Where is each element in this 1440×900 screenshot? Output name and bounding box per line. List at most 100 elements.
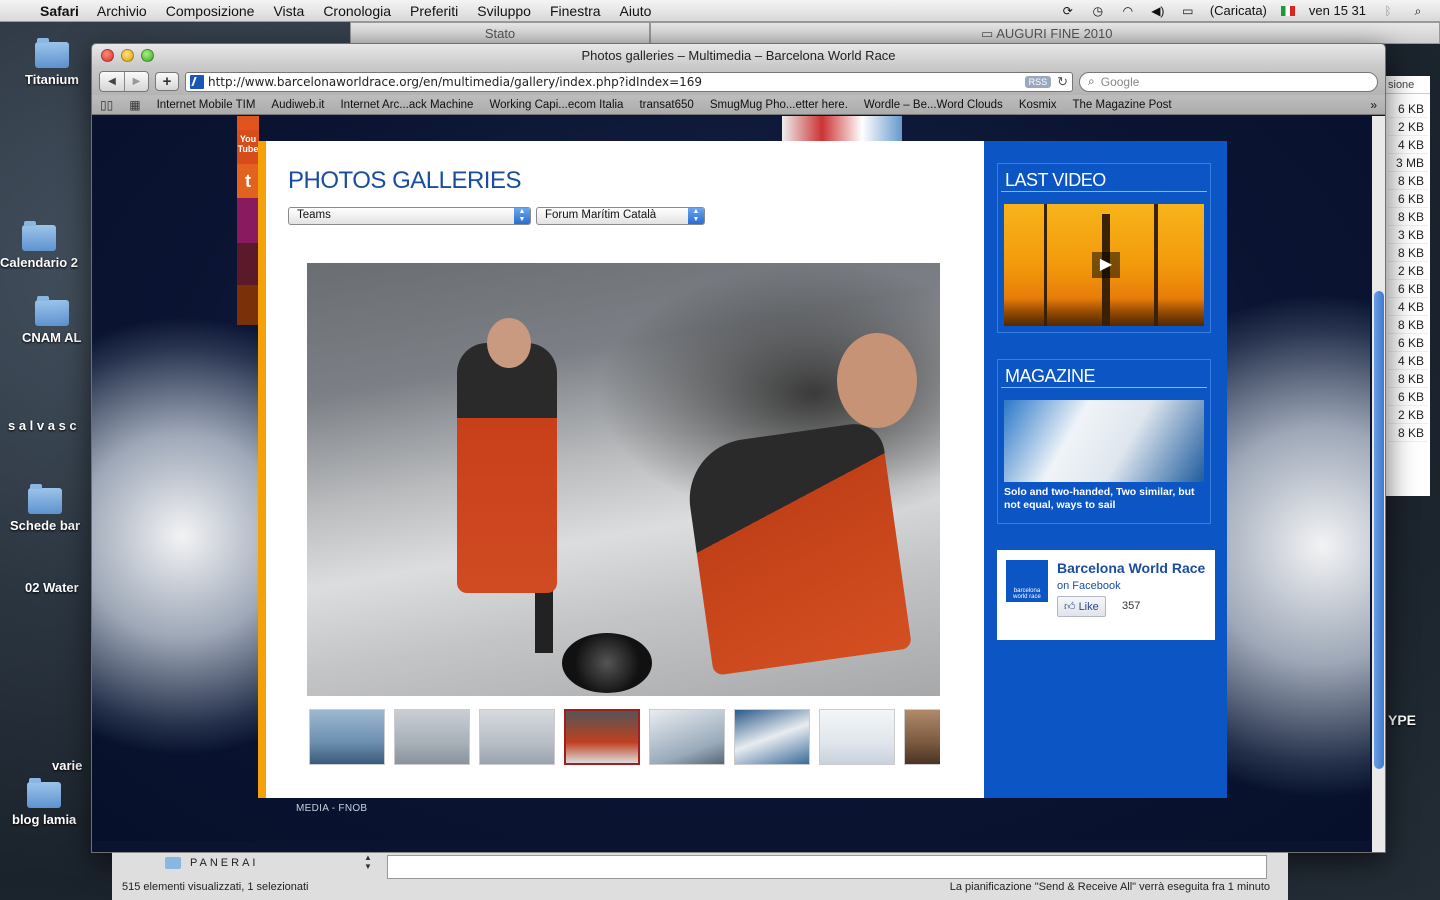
gallery-thumbnail[interactable]	[564, 709, 640, 765]
size-cell[interactable]: 6 KB	[1388, 334, 1428, 352]
back-button[interactable]: ◀	[100, 72, 124, 91]
bookmark-item[interactable]: Wordle – Be...Word Clouds	[864, 99, 1003, 111]
size-cell[interactable]: 3 KB	[1388, 226, 1428, 244]
size-cell[interactable]: 4 KB	[1388, 352, 1428, 370]
bookmark-item[interactable]: The Magazine Post	[1073, 99, 1172, 111]
gallery-thumbnail[interactable]	[734, 709, 810, 765]
battery-icon[interactable]: ▭	[1180, 4, 1196, 18]
desktop-icon-cnam[interactable]: CNAM AL	[22, 296, 81, 345]
status-window[interactable]: Stato	[350, 22, 650, 44]
size-cell[interactable]: 6 KB	[1388, 190, 1428, 208]
menu-aiuto[interactable]: Aiuto	[620, 3, 652, 19]
size-cell[interactable]: 6 KB	[1388, 100, 1428, 118]
scroll-arrows-icon[interactable]: ▲ ▼	[364, 853, 372, 871]
size-cell[interactable]: 3 MB	[1388, 154, 1428, 172]
rss-social-link[interactable]	[237, 116, 259, 130]
desktop-icon-titanium[interactable]: Titanium	[25, 38, 79, 87]
gallery-thumbnail[interactable]	[479, 709, 555, 765]
fb-page-link[interactable]: Barcelona World Race	[1057, 560, 1205, 576]
top-sites-grid-icon[interactable]: ▦	[129, 98, 140, 112]
gallery-thumbnail[interactable]	[649, 709, 725, 765]
bookmark-item[interactable]: Working Capi...ecom Italia	[489, 99, 623, 111]
facebook-page-name[interactable]: Barcelona World Race on Facebook	[1057, 560, 1207, 594]
auguri-window[interactable]: ▭ AUGURI FINE 2010	[650, 22, 1440, 44]
magazine-caption[interactable]: Solo and two-handed, Two similar, but no…	[998, 484, 1210, 518]
clock[interactable]: ven 15 31	[1309, 3, 1366, 18]
desktop-icon-water[interactable]: 02 Water	[25, 580, 79, 595]
reload-icon[interactable]: ↻	[1057, 74, 1068, 90]
twitter-link[interactable]: t	[237, 164, 259, 198]
boat-select[interactable]: Forum Marítim Català ▲ ▼	[536, 207, 705, 225]
size-cell[interactable]: 8 KB	[1388, 244, 1428, 262]
main-gallery-photo[interactable]	[307, 263, 940, 696]
size-cell[interactable]: 2 KB	[1388, 262, 1428, 280]
last-video-thumbnail[interactable]: ▶	[1004, 204, 1204, 326]
minimize-button[interactable]	[121, 49, 134, 62]
menu-app-name[interactable]: Safari	[40, 3, 79, 19]
desktop-icon-blog[interactable]: blog lamia	[12, 778, 76, 827]
battery-status[interactable]: (Caricata)	[1210, 3, 1267, 18]
menu-cronologia[interactable]: Cronologia	[323, 3, 391, 19]
bookmark-item[interactable]: Audiweb.it	[271, 99, 324, 111]
desktop-icon-varie[interactable]: varie	[52, 758, 82, 773]
reading-list-icon[interactable]: ▯▯	[100, 98, 113, 112]
size-cell[interactable]: 4 KB	[1388, 136, 1428, 154]
add-bookmark-button[interactable]: +	[155, 72, 179, 91]
size-cell[interactable]: 4 KB	[1388, 298, 1428, 316]
gallery-thumbnail[interactable]	[819, 709, 895, 765]
scrollbar-thumb[interactable]	[1374, 291, 1384, 769]
size-cell[interactable]: 8 KB	[1388, 208, 1428, 226]
menu-composizione[interactable]: Composizione	[166, 3, 255, 19]
size-cell[interactable]: 2 KB	[1388, 118, 1428, 136]
play-icon[interactable]: ▶	[1092, 252, 1120, 278]
gallery-thumbnail[interactable]	[309, 709, 385, 765]
sync-icon[interactable]: ⟳	[1060, 4, 1076, 18]
forward-button[interactable]: ▶	[124, 72, 148, 91]
gallery-thumbnail[interactable]	[904, 709, 940, 765]
gallery-thumbnail[interactable]	[394, 709, 470, 765]
team-select[interactable]: Teams ▲ ▼	[288, 207, 531, 225]
bookmark-item[interactable]: Internet Arc...ack Machine	[340, 99, 473, 111]
search-field[interactable]: ⌕ Google	[1079, 71, 1378, 92]
close-button[interactable]	[101, 49, 114, 62]
wifi-icon[interactable]: ◠	[1120, 4, 1136, 18]
time-machine-icon[interactable]: ◷	[1090, 4, 1106, 18]
facebook-like-button[interactable]: 👍︎ Like	[1057, 596, 1106, 617]
mail-folder-name[interactable]: PANERAI	[190, 857, 258, 869]
zoom-button[interactable]	[141, 49, 154, 62]
flag-italy-icon[interactable]	[1280, 5, 1295, 16]
barcelona-logo-icon[interactable]: barcelona world race	[1006, 560, 1048, 602]
footer-text[interactable]: MEDIA - FNOB	[296, 803, 367, 814]
size-cell[interactable]: 8 KB	[1388, 316, 1428, 334]
bookmark-item[interactable]: Internet Mobile TIM	[157, 99, 256, 111]
desktop-icon-salvasc[interactable]: s a l v a s c	[8, 418, 77, 433]
size-cell[interactable]: 6 KB	[1388, 280, 1428, 298]
bookmark-item[interactable]: SmugMug Pho...etter here.	[710, 99, 848, 111]
size-cell[interactable]: 8 KB	[1388, 172, 1428, 190]
desktop-icon-schede[interactable]: Schede bar	[10, 484, 80, 533]
title-bar[interactable]: Photos galleries – Multimedia – Barcelon…	[92, 44, 1385, 68]
menu-preferiti[interactable]: Preferiti	[410, 3, 458, 19]
bookmark-item[interactable]: Kosmix	[1019, 99, 1057, 111]
menu-finestra[interactable]: Finestra	[550, 3, 601, 19]
finder-scrollbar[interactable]	[1372, 116, 1385, 852]
magazine-thumbnail[interactable]	[1004, 400, 1204, 482]
address-bar[interactable]: http://www.barcelonaworldrace.org/en/mul…	[185, 71, 1073, 92]
size-cell[interactable]: 6 KB	[1388, 388, 1428, 406]
rss-button[interactable]: RSS	[1024, 75, 1052, 88]
youtube-link[interactable]: You Tube	[237, 130, 259, 164]
menu-archivio[interactable]: Archivio	[97, 3, 147, 19]
message-field[interactable]	[387, 855, 1267, 879]
spotlight-icon[interactable]: ⌕	[1410, 4, 1426, 18]
size-cell[interactable]: 8 KB	[1388, 370, 1428, 388]
size-cell[interactable]: 2 KB	[1388, 406, 1428, 424]
size-cell[interactable]: 8 KB	[1388, 424, 1428, 442]
menu-sviluppo[interactable]: Sviluppo	[477, 3, 531, 19]
menu-vista[interactable]: Vista	[273, 3, 304, 19]
url-text[interactable]: http://www.barcelonaworldrace.org/en/mul…	[208, 75, 1025, 89]
bookmark-item[interactable]: transat650	[639, 99, 693, 111]
volume-icon[interactable]: ◀)	[1150, 4, 1166, 18]
bluetooth-icon[interactable]: ᛒ	[1380, 4, 1396, 18]
more-bookmarks-icon[interactable]: »	[1370, 98, 1377, 112]
desktop-icon-calendario[interactable]: Calendario 2	[0, 221, 78, 270]
